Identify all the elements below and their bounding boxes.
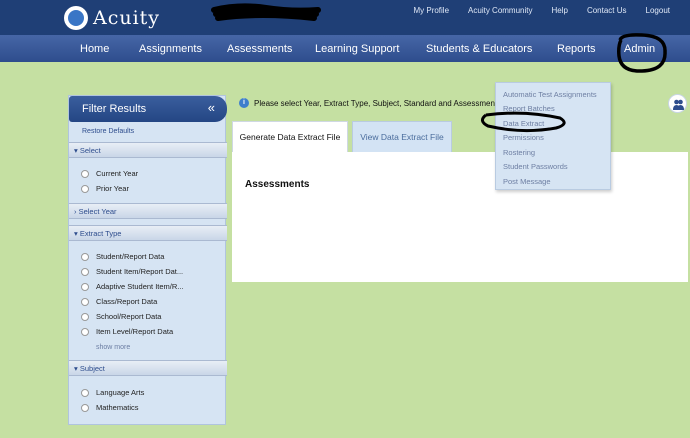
my-profile-link[interactable]: My Profile [413, 6, 449, 15]
radio-icon [81, 252, 89, 261]
radio-icon [81, 184, 89, 193]
menu-post-message[interactable]: Post Message [503, 177, 551, 186]
content-panel: Assessments [232, 152, 688, 282]
section-select-year-label: Select Year [78, 207, 117, 216]
radio-icon [81, 282, 89, 291]
info-icon: i [239, 98, 249, 108]
option-student-report-data[interactable]: Student/Report Data [81, 252, 164, 261]
section-select-year[interactable]: › Select Year [69, 203, 227, 219]
section-extract-type-label: Extract Type [79, 229, 122, 238]
redaction-scribble [211, 3, 321, 21]
menu-rostering[interactable]: Rostering [503, 148, 535, 157]
logo-icon [64, 6, 88, 30]
contact-us-link[interactable]: Contact Us [587, 6, 627, 15]
section-extract-type[interactable]: ▾ Extract Type [69, 225, 227, 241]
top-header: Acuity My Profile Acuity Community Help … [0, 0, 690, 35]
tab-view-data-extract[interactable]: View Data Extract File [352, 121, 452, 153]
section-select[interactable]: ▾ Select [69, 142, 227, 158]
help-link[interactable]: Help [552, 6, 568, 15]
acuity-community-link[interactable]: Acuity Community [468, 6, 532, 15]
nav-home[interactable]: Home [80, 43, 109, 55]
option-label: Current Year [96, 169, 139, 178]
info-message: Please select Year, Extract Type, Subjec… [254, 99, 498, 108]
nav-students-educators[interactable]: Students & Educators [426, 43, 532, 55]
menu-permissions[interactable]: Permissions [503, 133, 544, 142]
radio-icon [81, 267, 89, 276]
section-select-label: Select [79, 146, 101, 155]
option-label: Language Arts [96, 388, 145, 397]
restore-defaults-link[interactable]: Restore Defaults [82, 128, 134, 135]
radio-icon [81, 297, 89, 306]
option-label: Student Item/Report Dat... [96, 267, 184, 276]
option-label: School/Report Data [96, 312, 162, 321]
acuity-logo[interactable]: Acuity [64, 4, 160, 32]
option-student-item-report[interactable]: Student Item/Report Dat... [81, 267, 183, 276]
admin-dropdown-menu: Automatic Test Assignments Report Batche… [495, 82, 611, 190]
section-subject[interactable]: ▾ Subject [69, 360, 227, 376]
logout-link[interactable]: Logout [646, 6, 670, 15]
option-label: Adaptive Student Item/R... [96, 282, 184, 291]
utility-links: My Profile Acuity Community Help Contact… [394, 6, 670, 15]
show-more-link[interactable]: show more [96, 344, 130, 351]
nav-reports[interactable]: Reports [557, 43, 596, 55]
option-label: Student/Report Data [96, 252, 165, 261]
option-prior-year[interactable]: Prior Year [81, 184, 129, 193]
option-label: Mathematics [96, 403, 139, 412]
section-subject-label: Subject [79, 364, 105, 373]
filter-panel: Filter Results « Restore Defaults ▾ Sele… [68, 95, 227, 425]
admin-circle-scribble [617, 33, 667, 73]
logo-text: Acuity [93, 7, 161, 29]
collapse-icon[interactable]: « [208, 100, 215, 115]
option-language-arts[interactable]: Language Arts [81, 388, 144, 397]
menu-student-passwords[interactable]: Student Passwords [503, 162, 568, 171]
menu-automatic-test-assignments[interactable]: Automatic Test Assignments [503, 90, 597, 99]
user-icon [673, 99, 684, 110]
option-label: Item Level/Report Data [96, 327, 174, 336]
main-nav: Home Assignments Assessments Learning Su… [0, 35, 690, 62]
radio-icon [81, 327, 89, 336]
user-icon-button[interactable] [668, 94, 687, 113]
option-adaptive-student-item[interactable]: Adaptive Student Item/R... [81, 282, 184, 291]
assessments-heading: Assessments [245, 179, 310, 190]
option-mathematics[interactable]: Mathematics [81, 403, 139, 412]
radio-icon [81, 388, 89, 397]
nav-learning-support[interactable]: Learning Support [315, 43, 399, 55]
radio-icon [81, 312, 89, 321]
option-item-level-report-data[interactable]: Item Level/Report Data [81, 327, 173, 336]
nav-assessments[interactable]: Assessments [227, 43, 292, 55]
option-school-report-data[interactable]: School/Report Data [81, 312, 161, 321]
option-label: Prior Year [96, 184, 129, 193]
filter-header: Filter Results « [69, 96, 227, 122]
data-extract-circle-scribble [481, 111, 566, 133]
option-class-report-data[interactable]: Class/Report Data [81, 297, 157, 306]
radio-icon [81, 403, 89, 412]
option-current-year[interactable]: Current Year [81, 169, 138, 178]
tab-generate-data-extract[interactable]: Generate Data Extract File [232, 121, 348, 153]
filter-title: Filter Results [82, 103, 147, 115]
nav-assignments[interactable]: Assignments [139, 43, 202, 55]
option-label: Class/Report Data [96, 297, 158, 306]
radio-icon [81, 169, 89, 178]
